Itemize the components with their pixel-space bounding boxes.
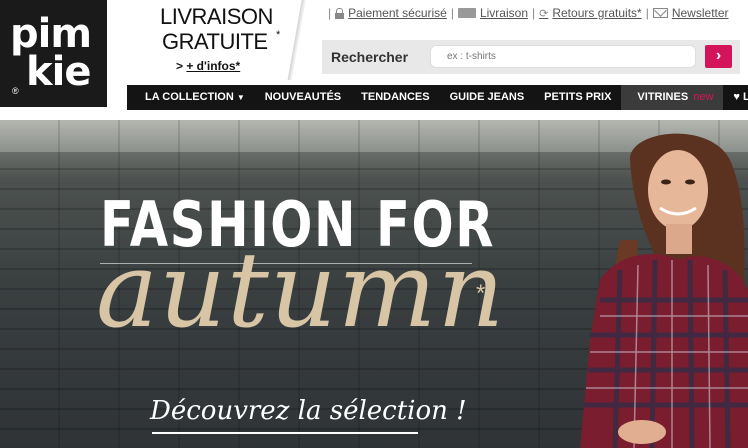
- nav-item-label: PETITS PRIX: [544, 91, 612, 103]
- nav-item-label: TENDANCES: [361, 91, 430, 103]
- promo-more-link[interactable]: + d'infos*: [186, 59, 240, 73]
- nav-item-new-arrivals[interactable]: NOUVEAUTÉS: [255, 85, 351, 110]
- utility-links: | Paiement sécurisé | Livraison | ⟳ Reto…: [324, 5, 729, 21]
- search-label: Rechercher: [331, 49, 409, 65]
- nav-item-jeans-guide[interactable]: GUIDE JEANS: [440, 85, 535, 110]
- promo-more-info[interactable]: > + d'infos*: [176, 59, 240, 73]
- chevron-right-icon: ›: [715, 47, 722, 64]
- nav-item-label: LA COLLECTION: [145, 91, 234, 103]
- delivery-label: Livraison: [479, 6, 528, 20]
- separator: |: [450, 6, 454, 20]
- model-photo: [580, 133, 748, 448]
- separator: |: [645, 6, 649, 20]
- secure-payment-label: Paiement sécurisé: [348, 6, 447, 20]
- free-returns-link[interactable]: ⟳ Retours gratuits*: [539, 6, 642, 20]
- hero-asterisk: *: [476, 280, 486, 307]
- free-shipping-promo[interactable]: LIVRAISON GRATUITE * > + d'infos*: [120, 4, 290, 78]
- main-navigation: LA COLLECTION ▼ NOUVEAUTÉS TENDANCES GUID…: [127, 85, 748, 110]
- secure-payment-link[interactable]: Paiement sécurisé: [335, 6, 447, 20]
- nav-item-trends[interactable]: TENDANCES: [351, 85, 439, 110]
- nav-item-label: VITRINES: [637, 91, 689, 103]
- nav-item-vitrines[interactable]: VITRINES new: [621, 85, 724, 110]
- logo-text-bottom: kie: [26, 49, 91, 95]
- discover-selection-link[interactable]: Découvrez la sélection !: [150, 396, 467, 426]
- hero-banner[interactable]: FASHION FOR autumn * Découvrez la sélect…: [0, 120, 748, 448]
- lock-icon: [335, 7, 345, 19]
- nav-item-collection[interactable]: LA COLLECTION ▼: [127, 85, 255, 110]
- search-submit-button[interactable]: ›: [705, 45, 732, 68]
- pimkie-logo[interactable]: pim kie ®: [0, 0, 107, 107]
- separator: |: [532, 6, 536, 20]
- delivery-link[interactable]: Livraison: [457, 6, 528, 20]
- promo-line-2: GRATUITE: [162, 29, 268, 54]
- promo-line-1: LIVRAISON: [160, 4, 273, 29]
- truck-icon: [457, 8, 476, 18]
- newsletter-label: Newsletter: [671, 6, 729, 20]
- promo-more-prefix: >: [176, 59, 187, 73]
- envelope-icon: [652, 8, 668, 18]
- search-input[interactable]: [430, 45, 696, 68]
- caret-down-icon: ▼: [236, 93, 245, 102]
- free-returns-label: Retours gratuits*: [552, 6, 642, 20]
- logo-text-top: pim: [10, 11, 92, 57]
- refresh-icon: ⟳: [539, 7, 549, 20]
- separator: |: [328, 6, 332, 20]
- newsletter-link[interactable]: Newsletter: [652, 6, 729, 20]
- search-bar: Rechercher ›: [322, 40, 740, 74]
- nav-item-small-prices[interactable]: PETITS PRIX: [534, 85, 621, 110]
- promo-asterisk: *: [276, 29, 281, 41]
- hero-script-title: autumn: [96, 229, 506, 351]
- nav-item-label: NOUVEAUTÉS: [264, 91, 342, 103]
- new-badge: new: [693, 91, 714, 103]
- nav-item-look[interactable]: ♥ LOO: [723, 85, 748, 110]
- nav-item-label: ♥ LOO: [733, 91, 748, 103]
- registered-mark: ®: [12, 86, 19, 96]
- cta-underline: [152, 432, 418, 434]
- header-divider: [286, 0, 306, 80]
- nav-item-label: GUIDE JEANS: [449, 91, 525, 103]
